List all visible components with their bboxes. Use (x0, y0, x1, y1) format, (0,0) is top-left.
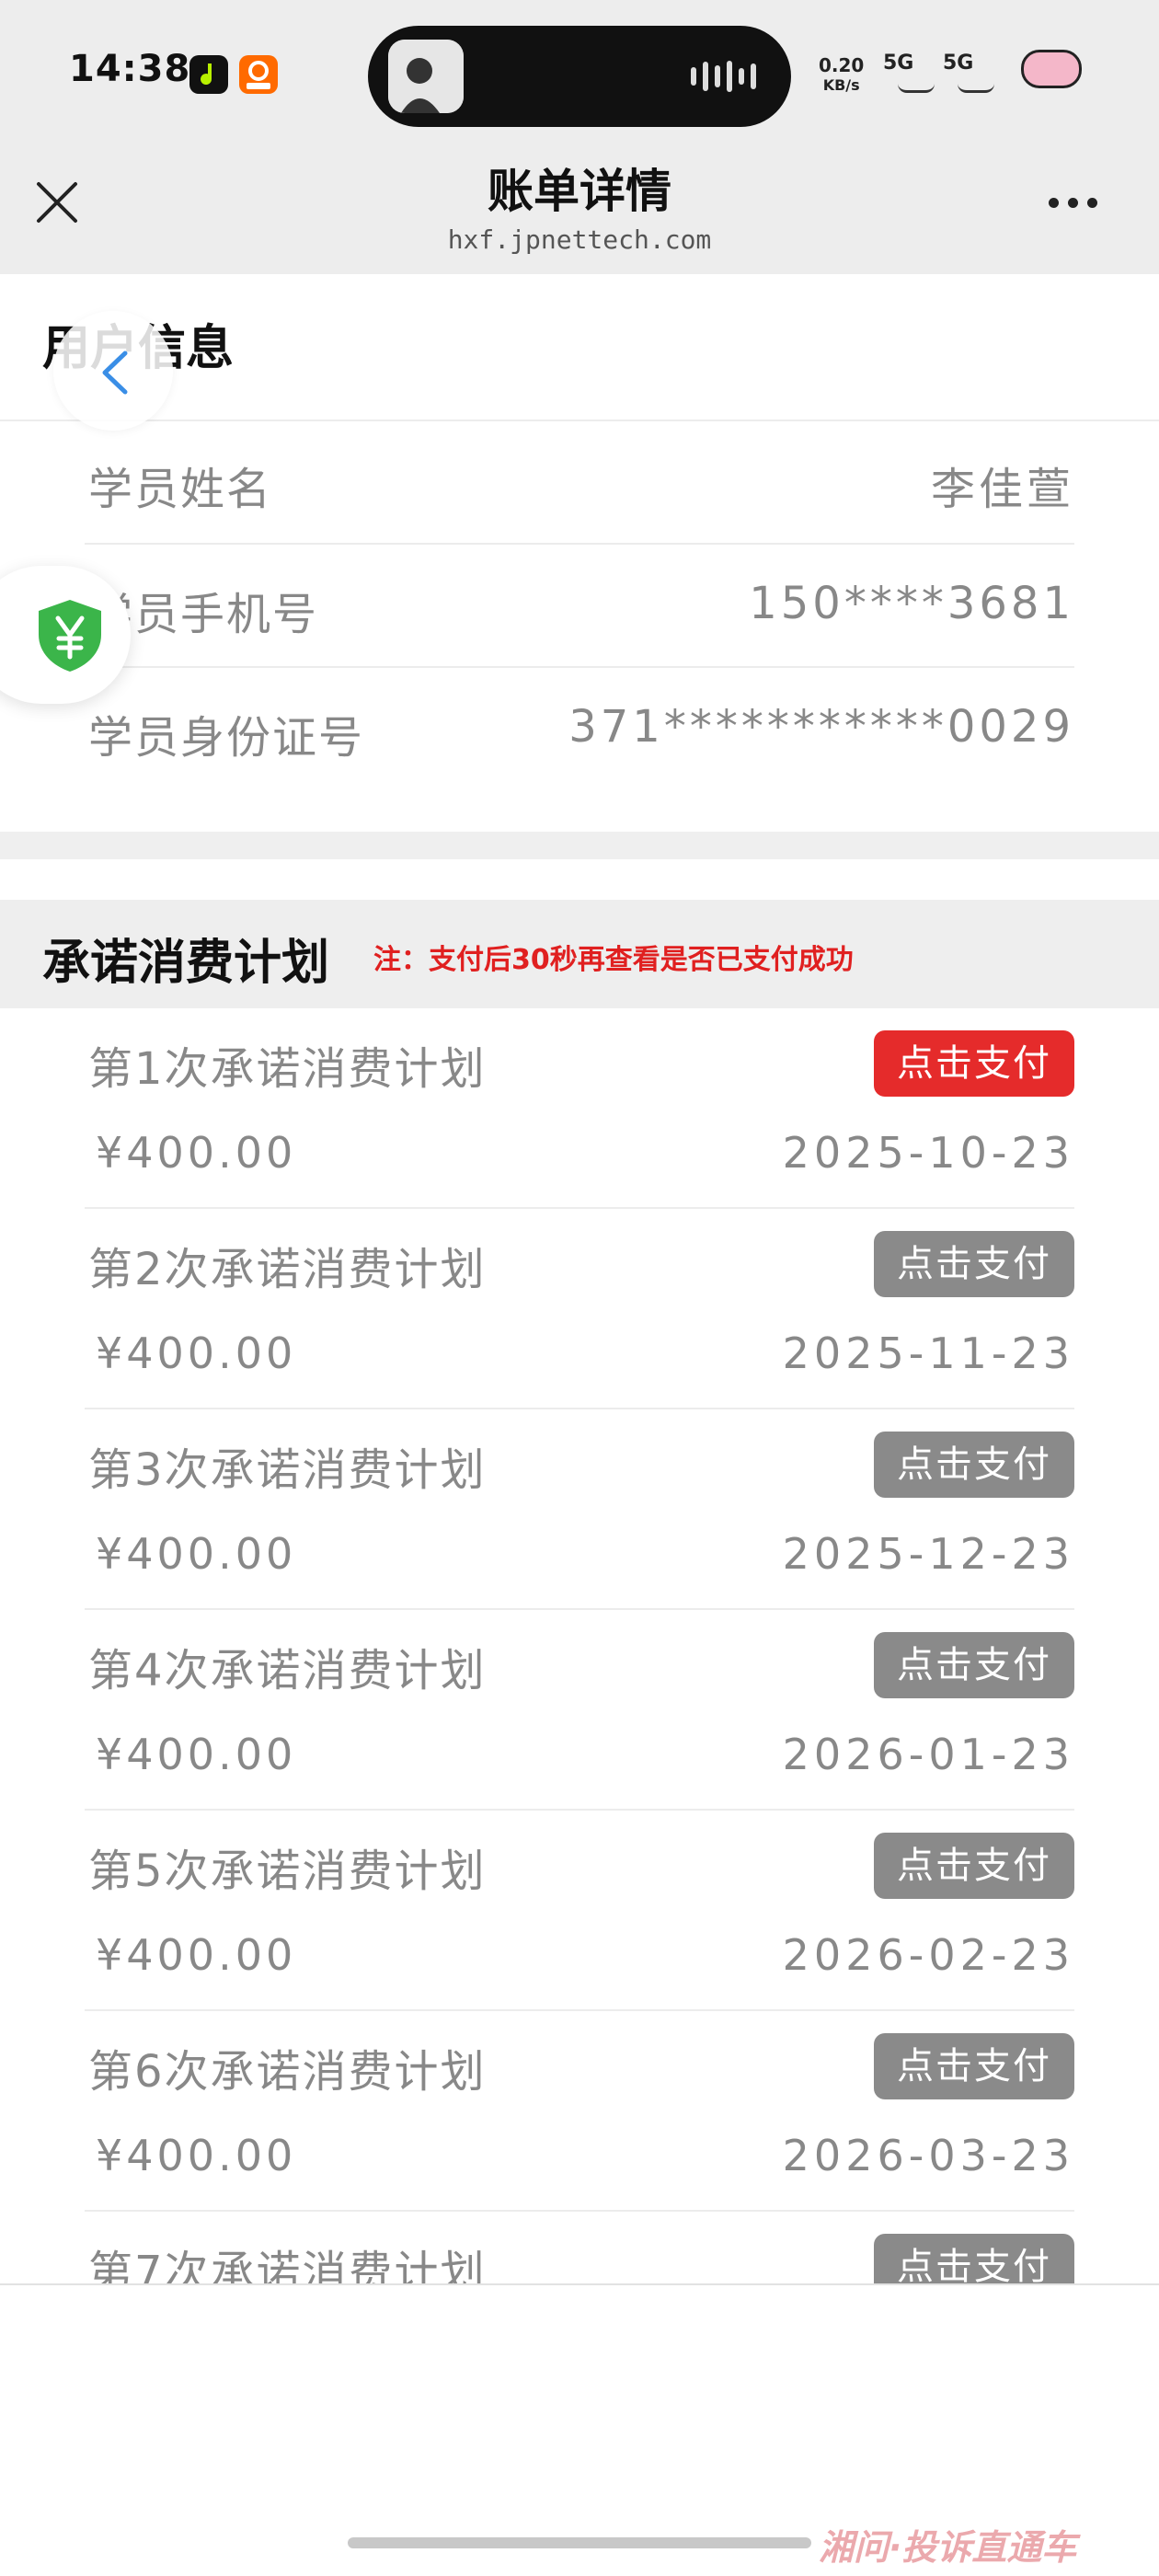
student-name-value: 李佳萱 (930, 464, 1074, 515)
pay-button-2[interactable]: 点击支付 (874, 1231, 1074, 1297)
pay-button-7[interactable]: 点击支付 (874, 2234, 1074, 2283)
plan-item-title: 第2次承诺消费计划 (88, 1244, 487, 1295)
yen-shield-icon (39, 600, 101, 672)
divider (85, 1408, 1074, 1409)
plan-item-date: 2025-10-23 (782, 1128, 1074, 1178)
signal-bars-icon (958, 75, 994, 93)
student-id-value: 371***********0029 (568, 701, 1074, 753)
plan-title: 承诺消费计划 (42, 936, 330, 991)
plan-item-title: 第6次承诺消费计划 (88, 2046, 487, 2098)
voice-wave-icon (691, 61, 756, 92)
page-url: hxf.jpnettech.com (447, 224, 712, 255)
1688-app-icon (239, 55, 278, 94)
plan-item-date: 2025-11-23 (782, 1328, 1074, 1378)
plan-item-date: 2025-12-23 (782, 1529, 1074, 1579)
page-title: 账单详情 (488, 165, 671, 218)
pay-button-6[interactable]: 点击支付 (874, 2033, 1074, 2099)
section-separator (0, 832, 1159, 859)
signal-5g-1: 5G (883, 52, 914, 75)
watermark: 湘问·投诉直通车 (819, 2527, 1077, 2568)
student-id-label: 学员身份证号 (88, 712, 365, 764)
pay-button-5[interactable]: 点击支付 (874, 1833, 1074, 1899)
plan-item-title: 第5次承诺消费计划 (88, 1846, 487, 1897)
divider (85, 2210, 1074, 2212)
content-bottom-border (0, 2283, 1159, 2285)
divider (85, 1608, 1074, 1610)
plan-item-amount: ¥400.00 (96, 1128, 297, 1178)
payment-float-button[interactable] (0, 566, 131, 704)
pay-button-3[interactable]: 点击支付 (874, 1432, 1074, 1498)
signal-bars-icon (898, 75, 935, 93)
plan-note: 注：支付后30秒再查看是否已支付成功 (373, 944, 854, 976)
plan-item-title: 第1次承诺消费计划 (88, 1043, 487, 1095)
music-app-icon (189, 55, 228, 94)
student-phone-value: 150****3681 (749, 578, 1074, 629)
bunny-icon (1021, 50, 1082, 88)
plan-item-amount: ¥400.00 (96, 1730, 297, 1779)
divider (0, 420, 1159, 421)
back-button[interactable] (53, 311, 173, 431)
more-icon[interactable] (1049, 198, 1097, 208)
plan-item-amount: ¥400.00 (96, 2131, 297, 2180)
plan-item-date: 2026-01-23 (782, 1730, 1074, 1779)
divider (85, 543, 1074, 545)
plan-item-title: 第7次承诺消费计划 (88, 2247, 487, 2283)
divider (85, 2009, 1074, 2011)
plan-item-amount: ¥400.00 (96, 1328, 297, 1378)
divider (85, 1809, 1074, 1811)
status-time: 14:38 (69, 48, 191, 90)
plan-item-clipped: 第7次承诺消费计划 点击支付 (0, 2226, 1159, 2283)
pay-button-4[interactable]: 点击支付 (874, 1632, 1074, 1698)
net-speed-value: 0.20 (819, 54, 865, 76)
net-speed-unit: KB/s (822, 76, 860, 94)
home-indicator[interactable] (348, 2537, 811, 2548)
album-thumbnail (388, 40, 464, 113)
net-speed: 0.20 KB/s (819, 55, 864, 96)
plan-item-amount: ¥400.00 (96, 1930, 297, 1980)
divider (85, 666, 1074, 668)
plan-item-title: 第4次承诺消费计划 (88, 1645, 487, 1696)
signal-5g-2: 5G (943, 52, 974, 75)
pay-button-1[interactable]: 点击支付 (874, 1030, 1074, 1097)
dynamic-island (368, 26, 791, 127)
plan-item-amount: ¥400.00 (96, 1529, 297, 1579)
divider (85, 1207, 1074, 1209)
chevron-left-icon (102, 351, 128, 395)
plan-item-title: 第3次承诺消费计划 (88, 1444, 487, 1496)
plan-item-date: 2026-03-23 (782, 2131, 1074, 2180)
plan-item-date: 2026-02-23 (782, 1930, 1074, 1980)
student-name-label: 学员姓名 (88, 464, 273, 515)
